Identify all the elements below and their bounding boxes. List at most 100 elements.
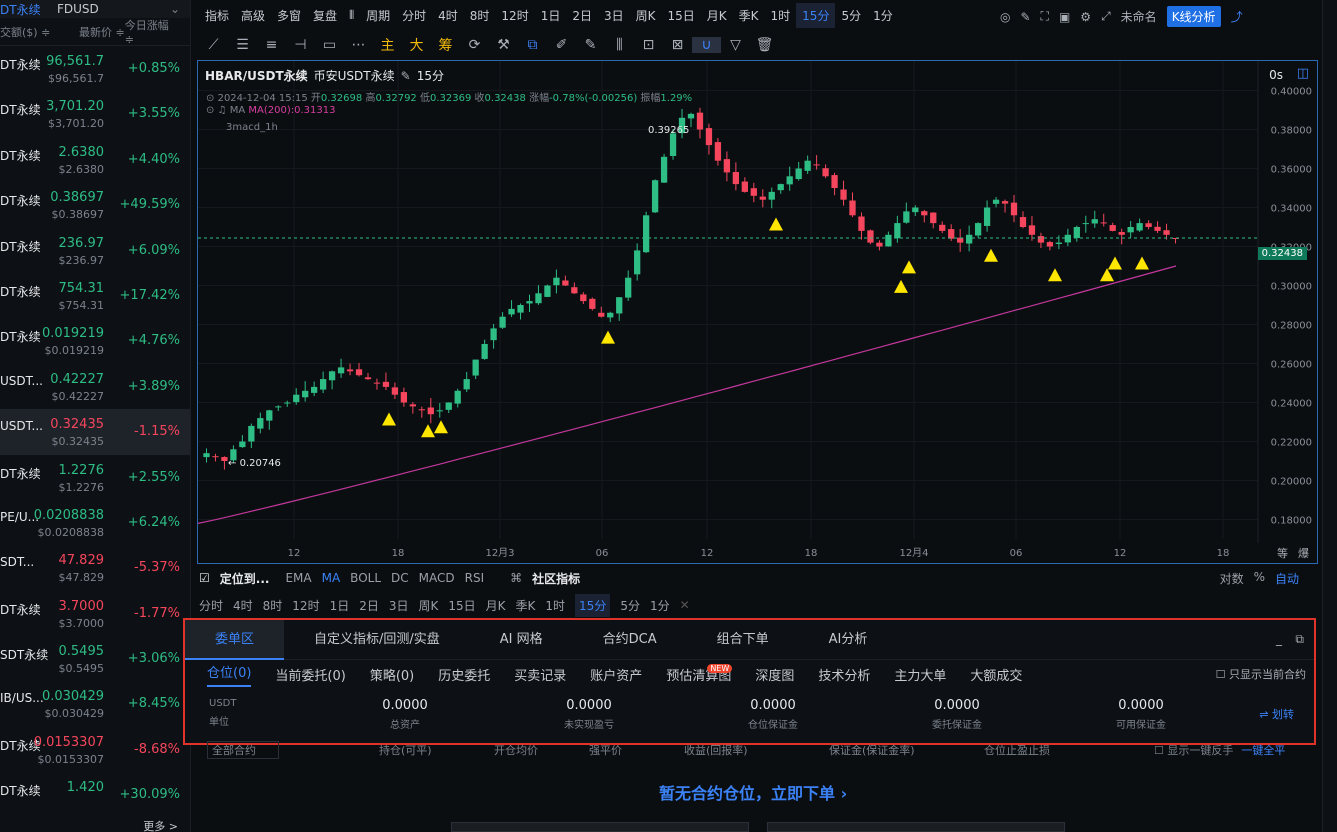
col-margin[interactable]: 保证金(保证金率) [829,742,984,758]
chart-settings-icon[interactable]: ◫ [1297,66,1309,81]
panel-subtab-7[interactable]: 深度图 [755,665,794,684]
toolbar-period-14[interactable]: 15日 [662,7,701,24]
interval-title[interactable]: 15分 [417,67,444,84]
log-scale[interactable]: 对数 [1220,570,1244,587]
maximize-icon[interactable]: ⧉ [1295,632,1304,647]
toolbar-period-7[interactable]: 4时 [432,7,464,24]
channel-tool-icon[interactable]: ≡ [257,37,286,53]
bell-icon[interactable]: ♫ [218,105,227,116]
magnet-icon[interactable]: ∪ [692,37,721,53]
big-label[interactable]: 大 [402,35,431,55]
panel-tab-2[interactable]: AI 网格 [470,620,573,660]
toolbar-period-6[interactable]: 分时 [396,7,432,24]
note-icon[interactable]: ⊠ [663,37,692,53]
indicator-macd[interactable]: MACD [419,571,455,585]
period-0[interactable]: 分时 [199,597,223,614]
market-row[interactable]: DT永续 2.6380 $2.6380 +4.40% [0,137,190,182]
toolbar-period-19[interactable]: 5分 [835,7,867,24]
save-icon[interactable]: ▣ [1059,10,1070,24]
locate-icon[interactable]: ☑ [199,571,210,585]
period-7[interactable]: 周K [419,597,439,614]
collapse-icon[interactable]: ⊙ [206,93,214,104]
panel-subtab-4[interactable]: 买卖记录 [514,665,566,684]
col-price[interactable]: 最新价 ≑ [66,24,125,40]
axis-corner-b[interactable]: 爆 [1298,545,1309,561]
line-tool-icon[interactable]: ⟋ [199,37,228,53]
toolbar-period-12[interactable]: 3日 [598,7,630,24]
empty-position-cta[interactable]: 暂无合约仓位，立即下单 › [659,780,847,804]
panel-subtab-8[interactable]: 技术分析 [818,665,870,684]
market-row[interactable]: DT永续 3.7000 $3.7000 -1.77% [0,591,190,636]
col-change[interactable]: 今日涨幅 ≑ [125,17,180,46]
market-row[interactable]: DT永续 754.31 $754.31 +17.42% [0,273,190,318]
edit-icon[interactable]: ✎ [401,69,411,83]
copy-icon[interactable]: ⧉ [518,37,547,53]
main-label[interactable]: 主 [373,35,402,55]
auto-scale[interactable]: 自动 [1275,570,1299,587]
market-row[interactable]: DT永续 0.019219 $0.019219 +4.76% [0,318,190,363]
indicator-ma[interactable]: MA [322,571,341,585]
col-position[interactable]: 持仓(可平) [379,742,494,758]
panel-tab-1[interactable]: 自定义指标/回测/实盘 [284,620,470,660]
panel-subtab-9[interactable]: 主力大单 [894,665,946,684]
panel-tab-5[interactable]: AI分析 [799,620,898,660]
period-13[interactable]: 5分 [620,597,640,614]
brush-icon[interactable]: ✎ [576,37,605,53]
toolbar-period-15[interactable]: 月K [701,7,733,24]
market-row[interactable]: DT永续 0.0153307 $0.0153307 -8.68% [0,727,190,772]
pencil-icon[interactable]: ✎ [1020,10,1030,24]
camera-icon[interactable]: ◎ [1000,10,1010,24]
col-pnl[interactable]: 收益(回报率) [684,742,829,758]
period-11[interactable]: 1时 [545,597,565,614]
chevron-down-icon[interactable]: ⌄ [170,2,180,16]
filter-icon[interactable]: ▽ [721,37,750,53]
more-link[interactable]: 更多 > [143,818,178,832]
col-liq[interactable]: 强平价 [589,742,684,758]
rect-tool-icon[interactable]: ▭ [315,37,344,53]
indicator-dc[interactable]: DC [391,571,409,585]
symbol-title[interactable]: HBAR/USDT永续 [205,67,308,84]
indicator-rsi[interactable]: RSI [465,571,485,585]
toolbar-period-17[interactable]: 1时 [765,7,797,24]
collapse-icon-2[interactable]: ⊙ [206,105,214,116]
market-row[interactable]: DT永续 96,561.7 $96,561.7 +0.85% [0,46,190,91]
toolbar-period-18[interactable]: 15分 [796,2,836,28]
panel-subtab-5[interactable]: 账户资产 [590,665,642,684]
toolbar-chart-type-icon[interactable]: ⫴ [343,8,360,23]
panel-subtab-3[interactable]: 历史委托 [438,665,490,684]
period-3[interactable]: 12时 [292,597,319,614]
market-row[interactable]: IB/US... 0.030429 $0.030429 +8.45% [0,681,190,726]
col-entry[interactable]: 开仓均价 [494,742,589,758]
panel-subtab-10[interactable]: 大额成交 [970,665,1022,684]
toolbar-period-8[interactable]: 8时 [464,7,496,24]
panel-tab-0[interactable]: 委单区 [185,619,285,660]
one-click-reverse[interactable]: ☐ 显示一键反手 [1154,742,1233,758]
magic-icon[interactable]: ⚒ [489,37,518,53]
market-row[interactable]: SDT... 47.829 $47.829 -5.37% [0,545,190,590]
col-tpsl[interactable]: 仓位止盈止损 [984,742,1154,758]
col-volume[interactable]: 交额($) ≑ [0,24,66,40]
period-5[interactable]: 2日 [359,597,379,614]
period-1[interactable]: 4时 [233,597,253,614]
community-label[interactable]: 社区指标 [532,570,580,587]
period-4[interactable]: 1日 [330,597,350,614]
period-6[interactable]: 3日 [389,597,409,614]
trash-icon[interactable]: 🗑 [750,37,779,53]
toolbar-period-16[interactable]: 季K [733,7,765,24]
community-icon[interactable]: ⌘ [510,571,522,585]
panel-tab-4[interactable]: 组合下单 [687,620,799,660]
market-row[interactable]: DT永续 0.38697 $0.38697 +49.59% [0,182,190,227]
price-chart[interactable]: 0.400000.380000.360000.340000.320000.300… [197,60,1318,564]
toolbar-indicator-icon[interactable]: 指标 [199,7,235,24]
bull-label[interactable]: 筹 [431,35,460,55]
expand-icon[interactable]: ⤢ [1101,9,1111,24]
transfer-button[interactable]: ⇌ 划转 [1259,706,1294,722]
period-12[interactable]: 15分 [575,593,611,617]
market-row[interactable]: DT永续 1.420 +30.09% [0,772,190,817]
indicator-boll[interactable]: BOLL [350,571,381,585]
market-row[interactable]: PE/U... 0.0208838 $0.0208838 +6.24% [0,500,190,545]
panel-subtab-0[interactable]: 仓位(0) [207,662,252,687]
toolbar-advanced-icon[interactable]: 高级 [235,7,271,24]
toolbar-period-icon[interactable]: 周期 [360,7,396,24]
toolbar-period-11[interactable]: 2日 [566,7,598,24]
